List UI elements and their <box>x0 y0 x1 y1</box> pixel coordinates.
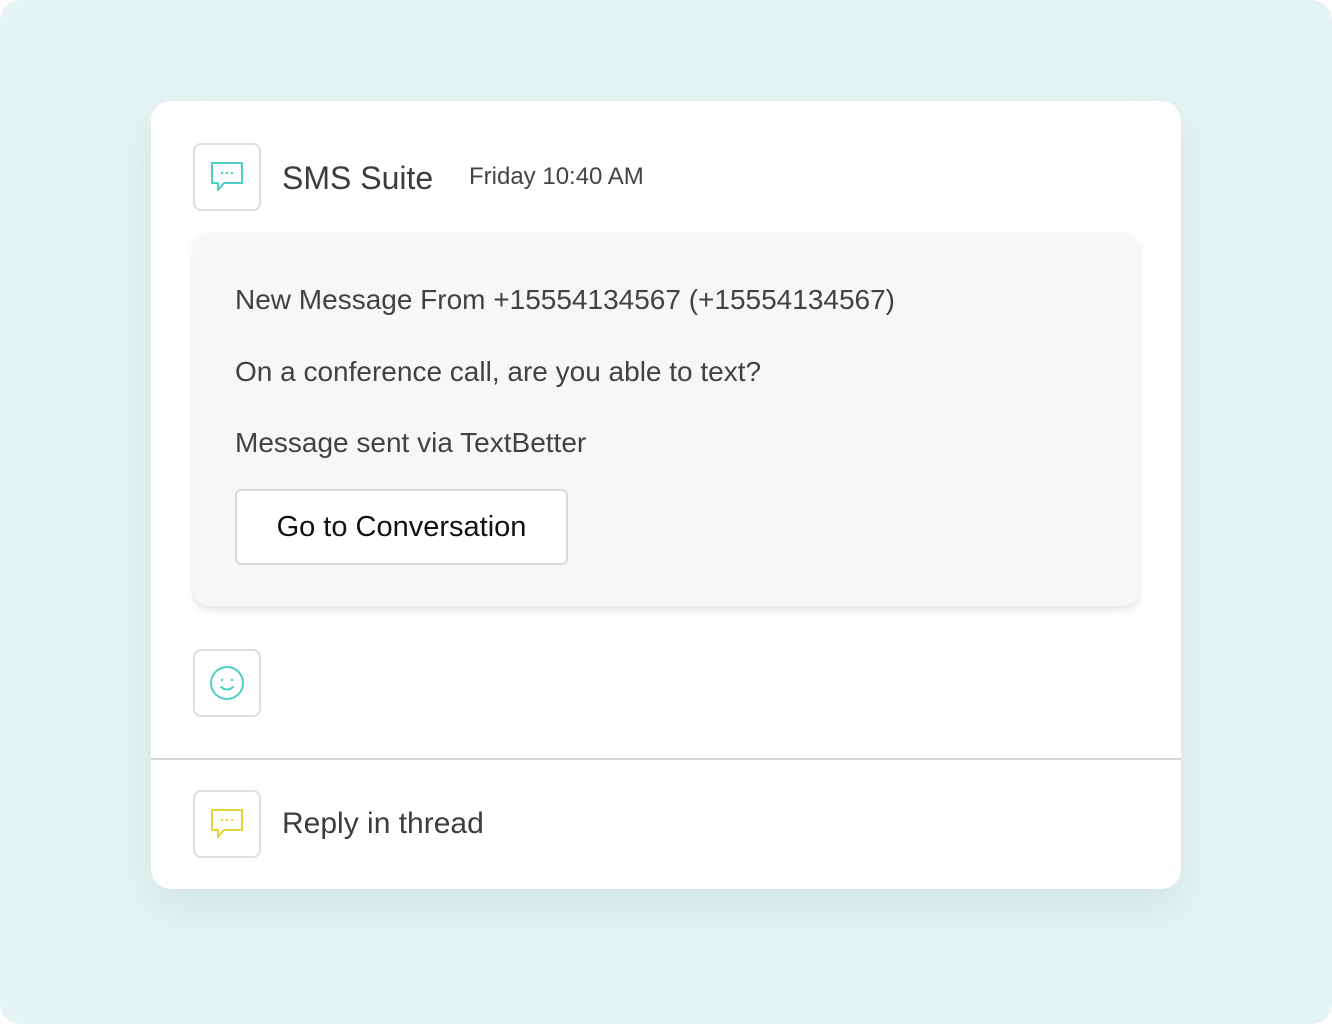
message-text: On a conference call, are you able to te… <box>235 356 762 387</box>
chat-bubble-icon <box>211 809 243 838</box>
app-icon-box <box>193 143 261 211</box>
add-reaction-button[interactable] <box>193 649 261 717</box>
reply-thread-icon-box[interactable] <box>193 790 261 858</box>
message-sender-line: New Message From +15554134567 (+15554134… <box>235 284 896 315</box>
message-footer-note: Message sent via TextBetter <box>235 427 587 458</box>
reply-in-thread-link[interactable]: Reply in thread <box>282 804 484 844</box>
smiley-face-icon <box>210 666 244 700</box>
app-name: SMS Suite <box>282 160 434 196</box>
go-to-conversation-button[interactable]: Go to Conversation <box>235 489 568 565</box>
message-timestamp: Friday 10:40 AM <box>469 163 644 190</box>
chat-bubble-icon <box>211 162 243 191</box>
divider <box>151 758 1181 760</box>
message-card: SMS Suite Friday 10:40 AM New Message Fr… <box>151 101 1181 889</box>
message-body: New Message From +15554134567 (+15554134… <box>193 232 1139 606</box>
